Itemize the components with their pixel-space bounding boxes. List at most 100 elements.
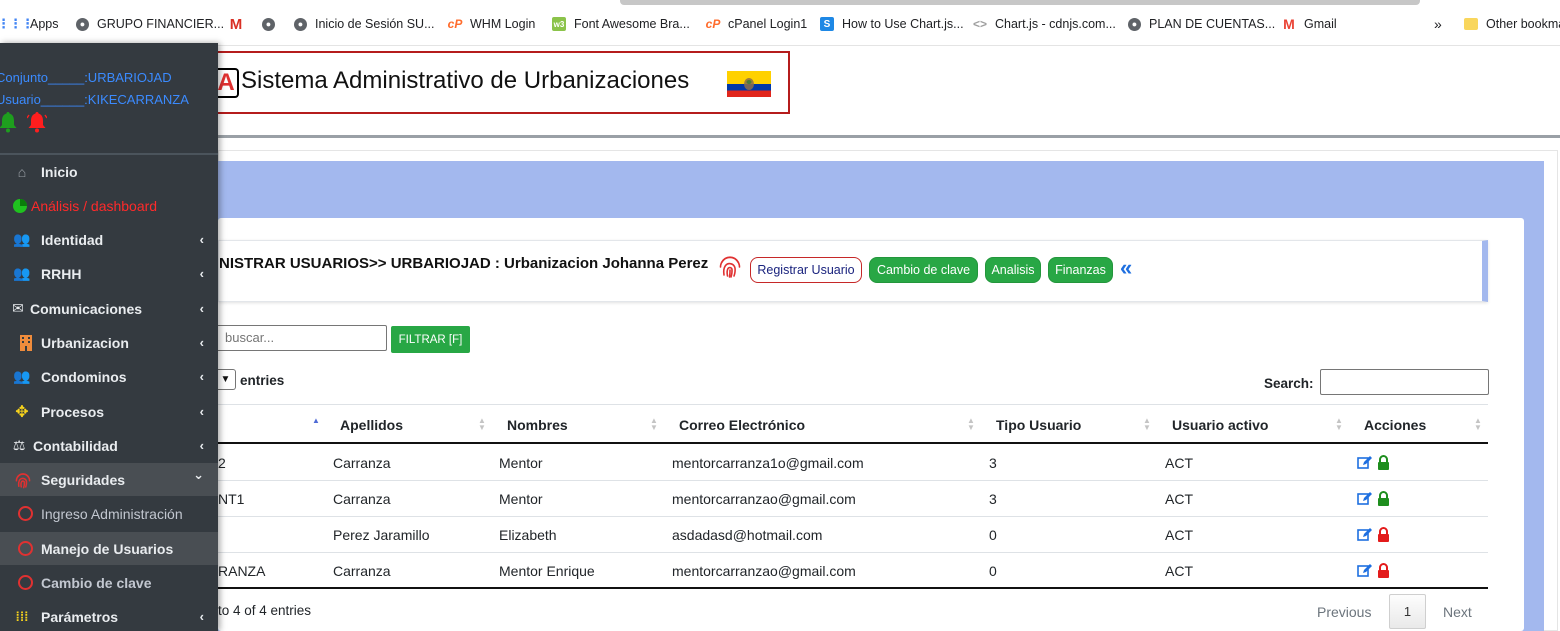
pagination-next[interactable]: Next	[1443, 604, 1472, 620]
cell-nombres: Elizabeth	[499, 527, 557, 543]
sidebar-item-procesos[interactable]: ✥ Procesos ‹	[0, 395, 218, 428]
app-brand: A Sistema Administrativo de Urbanizacion…	[213, 51, 790, 114]
balance-scale-icon: ⚖	[12, 437, 26, 453]
sort-icon[interactable]: ▲ ▼	[967, 417, 975, 432]
edit-icon[interactable]	[1357, 563, 1373, 578]
cell-tipo: 0	[989, 527, 997, 543]
sidebar-item-seguridades[interactable]: Seguridades ⌄	[0, 463, 218, 496]
column-acciones[interactable]: Acciones	[1364, 417, 1426, 433]
gmail-m-icon: M	[229, 15, 243, 33]
registrar-usuario-button[interactable]: Registrar Usuario	[750, 257, 862, 283]
lock-icon[interactable]	[1377, 491, 1390, 506]
bookmark-cpanel-login[interactable]: cP cPanel Login1	[706, 14, 808, 34]
bookmark-font-awesome[interactable]: w3 Font Awesome Bra...	[552, 14, 690, 34]
page-title: NISTRAR USUARIOS>> URBARIOJAD : Urbaniza…	[219, 255, 709, 272]
bookmark-gmail-m[interactable]: M	[229, 14, 251, 34]
finanzas-button[interactable]: Finanzas	[1048, 257, 1113, 283]
lock-icon[interactable]	[1377, 455, 1390, 470]
cell-nombres: Mentor Enrique	[499, 563, 595, 579]
bookmark-grupo-financiero[interactable]: ● GRUPO FINANCIER...	[76, 14, 224, 34]
w3-icon: w3	[552, 17, 566, 31]
sidebar-item-contabilidad[interactable]: ⚖ Contabilidad ‹	[0, 429, 218, 462]
sort-icon[interactable]: ▲ ▼	[478, 417, 486, 432]
cell-usuario: NT1	[218, 491, 245, 507]
lock-icon[interactable]	[1377, 527, 1390, 542]
lock-icon[interactable]	[1377, 563, 1390, 578]
sidebar-item-manejo-usuarios[interactable]: Manejo de Usuarios	[0, 532, 218, 565]
sidebar-item-ingreso-administracion[interactable]: Ingreso Administración	[0, 497, 218, 530]
cell-tipo: 0	[989, 563, 997, 579]
filter-search-input[interactable]: buscar...	[216, 325, 387, 351]
edit-icon[interactable]	[1357, 527, 1373, 542]
circle-icon	[17, 506, 33, 521]
folder-icon	[1464, 18, 1478, 30]
fingerprint-icon	[15, 473, 31, 489]
sidebar-item-parametros[interactable]: ⁞⁞⁞ Parámetros ‹	[0, 600, 218, 631]
sort-icon[interactable]: ▲	[312, 417, 320, 425]
chevron-left-icon: ‹	[199, 301, 204, 316]
sort-icon[interactable]: ▲ ▼	[1143, 417, 1151, 432]
circle-icon	[17, 541, 33, 556]
analisis-button[interactable]: Analisis	[985, 257, 1041, 283]
bookmark-chartjs-howto[interactable]: S How to Use Chart.js...	[820, 14, 964, 34]
bookmark-plan-cuentas[interactable]: ● PLAN DE CUENTAS...	[1128, 14, 1275, 34]
edit-icon[interactable]	[1357, 455, 1373, 470]
globe-icon: ●	[1128, 17, 1141, 31]
horizontal-scrollbar[interactable]	[620, 0, 1420, 5]
cell-nombres: Mentor	[499, 455, 543, 471]
bell-icon[interactable]	[0, 111, 18, 133]
chevron-left-icon: ‹	[199, 232, 204, 247]
cell-tipo: 3	[989, 455, 997, 471]
sort-icon[interactable]: ▲ ▼	[1474, 417, 1482, 432]
bookmark-gmail[interactable]: M Gmail	[1282, 14, 1337, 34]
column-tipo-usuario[interactable]: Tipo Usuario	[996, 417, 1081, 433]
cambio-clave-button[interactable]: Cambio de clave	[869, 257, 978, 283]
column-correo[interactable]: Correo Electrónico	[679, 417, 805, 433]
user-panel: Conjunto_____:URBARIOJAD Usuario______:K…	[0, 43, 218, 155]
sidebar-item-urbanizacion[interactable]: Urbanizacion ‹	[0, 326, 218, 359]
column-apellidos[interactable]: Apellidos	[340, 417, 403, 433]
users-icon: 👥	[13, 231, 31, 247]
collapse-back-icon[interactable]: «	[1120, 255, 1132, 281]
sidebar-item-rrhh[interactable]: 👥 RRHH ‹	[0, 257, 218, 290]
pagination-previous[interactable]: Previous	[1317, 604, 1371, 620]
bookmark-other[interactable]: Other bookma	[1464, 14, 1560, 34]
cell-nombres: Mentor	[499, 491, 543, 507]
sidebar-item-comunicaciones[interactable]: ✉ Comunicaciones ‹	[0, 292, 218, 325]
apps-grid-icon: ⋮⋮⋮	[0, 16, 34, 31]
pagination-page-1[interactable]: 1	[1389, 594, 1426, 629]
globe-icon: ●	[294, 17, 307, 31]
edit-icon[interactable]	[1357, 491, 1373, 506]
bell-alert-icon[interactable]	[27, 111, 47, 133]
cell-correo: mentorcarranzao@gmail.com	[672, 563, 856, 579]
code-icon: <>	[973, 17, 988, 31]
bookmarks-overflow-button[interactable]: »	[1434, 14, 1442, 34]
bookmark-inicio-sesion[interactable]: ● Inicio de Sesión SU...	[294, 14, 435, 34]
s-icon: S	[820, 17, 834, 31]
table-search-input[interactable]	[1320, 369, 1489, 395]
fingerprint-icon	[719, 256, 741, 278]
column-usuario-activo[interactable]: Usuario activo	[1172, 417, 1268, 433]
bookmark-chartjs-cdnjs[interactable]: <> Chart.js - cdnjs.com...	[973, 14, 1116, 34]
filtrar-button[interactable]: FILTRAR [F]	[391, 326, 470, 353]
chevron-left-icon: ‹	[199, 404, 204, 419]
circle-icon	[17, 575, 33, 590]
sidebar-item-inicio[interactable]: ⌂ Inicio	[0, 155, 218, 188]
sidebar: Conjunto_____:URBARIOJAD Usuario______:K…	[0, 43, 218, 631]
header-divider	[218, 135, 1560, 138]
sidebar-item-analisis[interactable]: Análisis / dashboard	[0, 189, 218, 222]
chevron-left-icon: ‹	[199, 335, 204, 350]
envelope-open-icon: ✉	[12, 300, 24, 316]
entries-select[interactable]: ▼	[216, 369, 236, 390]
column-nombres[interactable]: Nombres	[507, 417, 568, 433]
sidebar-item-condominos[interactable]: 👥 Condominos ‹	[0, 360, 218, 393]
sidebar-item-identidad[interactable]: 👥 Identidad ‹	[0, 223, 218, 256]
sort-icon[interactable]: ▲ ▼	[650, 417, 658, 432]
sidebar-item-cambio-clave[interactable]: Cambio de clave	[0, 566, 218, 599]
cell-correo: mentorcarranzao@gmail.com	[672, 491, 856, 507]
sort-icon[interactable]: ▲ ▼	[1335, 417, 1343, 432]
bookmark-globe[interactable]: ●	[262, 14, 283, 34]
bookmark-apps[interactable]: ⋮⋮⋮ Apps	[0, 14, 59, 34]
brand-logo: A	[215, 68, 239, 98]
bookmark-whm-login[interactable]: cP WHM Login	[448, 14, 536, 34]
